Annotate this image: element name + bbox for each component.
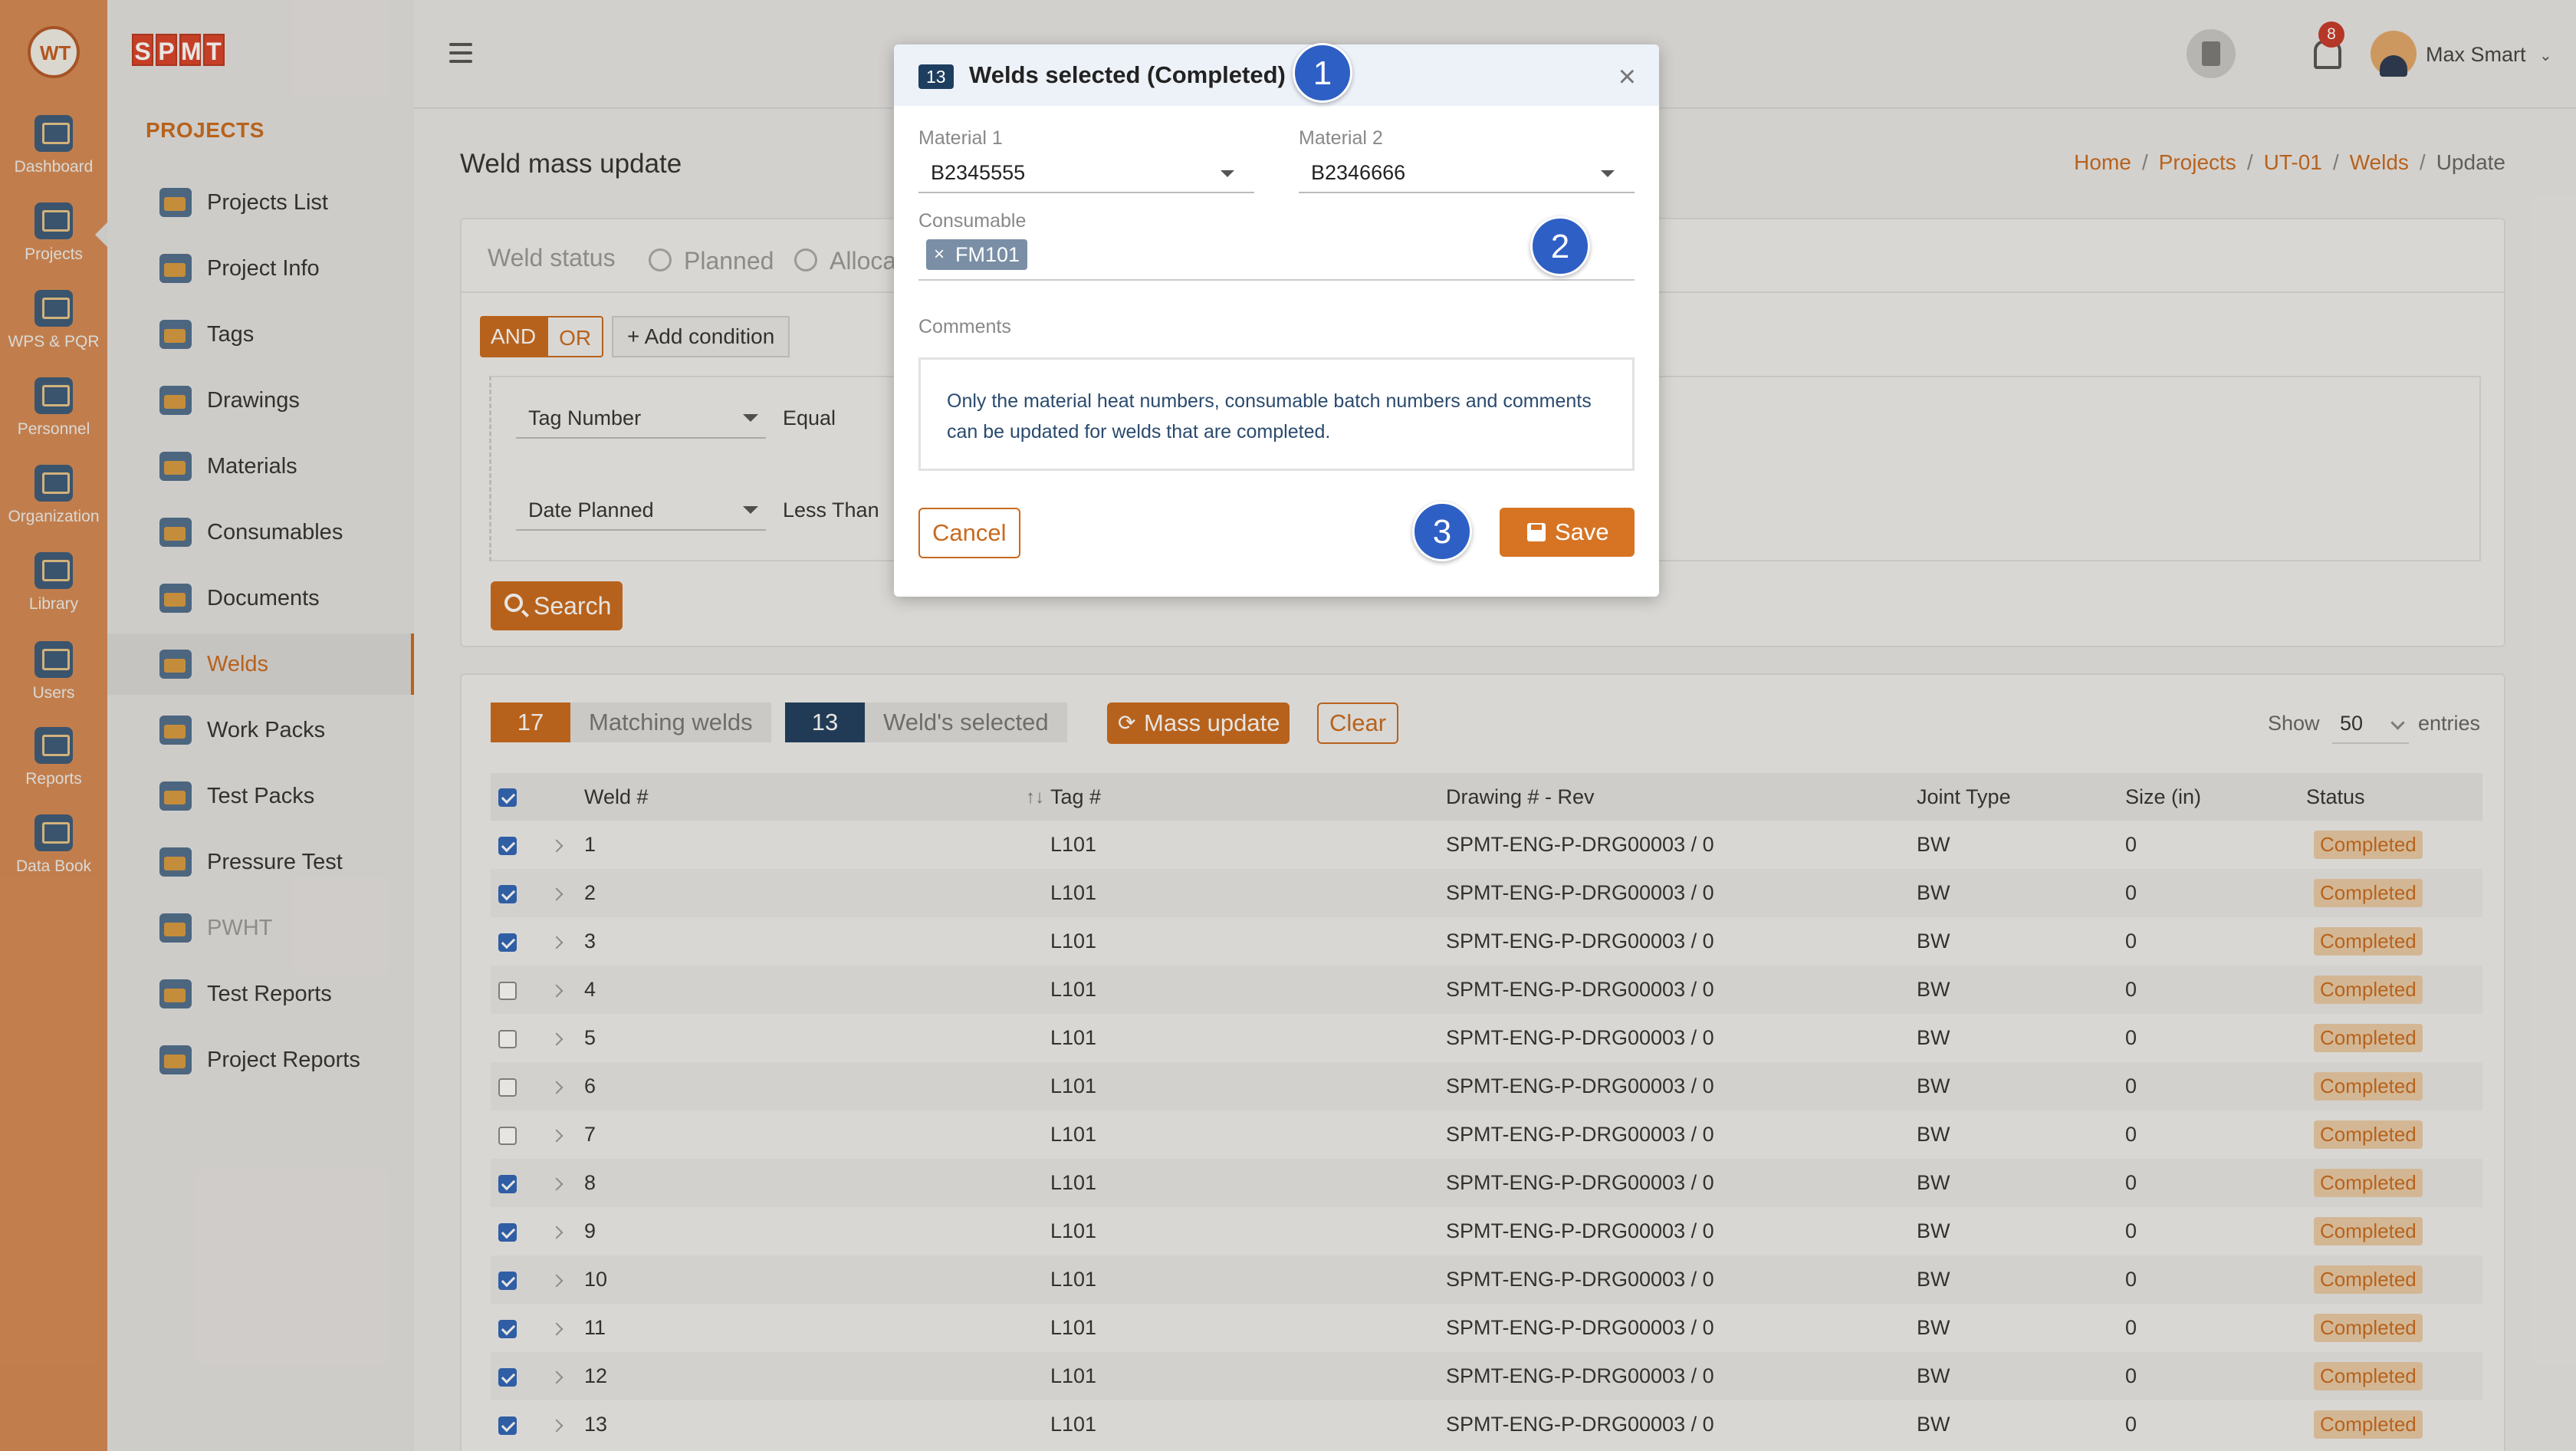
step-marker-1: 1	[1293, 43, 1352, 103]
material1-value: B2345555	[931, 161, 1026, 184]
comments-textarea[interactable]: Only the material heat numbers, consumab…	[918, 357, 1635, 471]
save-icon	[1527, 523, 1546, 541]
caret-down-icon	[1221, 170, 1234, 177]
material2-value: B2346666	[1311, 161, 1406, 184]
consumable-label: Consumable	[918, 210, 1027, 232]
cancel-button[interactable]: Cancel	[918, 508, 1020, 558]
close-icon[interactable]: ×	[1618, 60, 1636, 94]
step-marker-2: 2	[1530, 216, 1590, 276]
save-button[interactable]: Save	[1500, 508, 1635, 557]
caret-down-icon	[1601, 170, 1615, 177]
material1-label: Material 1	[918, 127, 1003, 149]
consumable-chip[interactable]: × FM101	[926, 239, 1028, 270]
save-button-label: Save	[1555, 518, 1609, 545]
material2-label: Material 2	[1299, 127, 1383, 149]
comments-label: Comments	[918, 316, 1011, 337]
modal-title: Welds selected (Completed)	[969, 61, 1286, 88]
consumable-input-line[interactable]	[918, 279, 1635, 281]
material1-select[interactable]: B2345555	[918, 153, 1254, 193]
step-marker-3: 3	[1412, 502, 1472, 561]
mass-update-modal: 13 Welds selected (Completed) × Material…	[894, 44, 1659, 597]
modal-header: 13 Welds selected (Completed) ×	[894, 44, 1659, 106]
material2-select[interactable]: B2346666	[1299, 153, 1635, 193]
selected-count-badge: 13	[918, 64, 954, 89]
consumable-chip-label: FM101	[955, 243, 1020, 266]
remove-chip-icon[interactable]: ×	[934, 239, 945, 270]
